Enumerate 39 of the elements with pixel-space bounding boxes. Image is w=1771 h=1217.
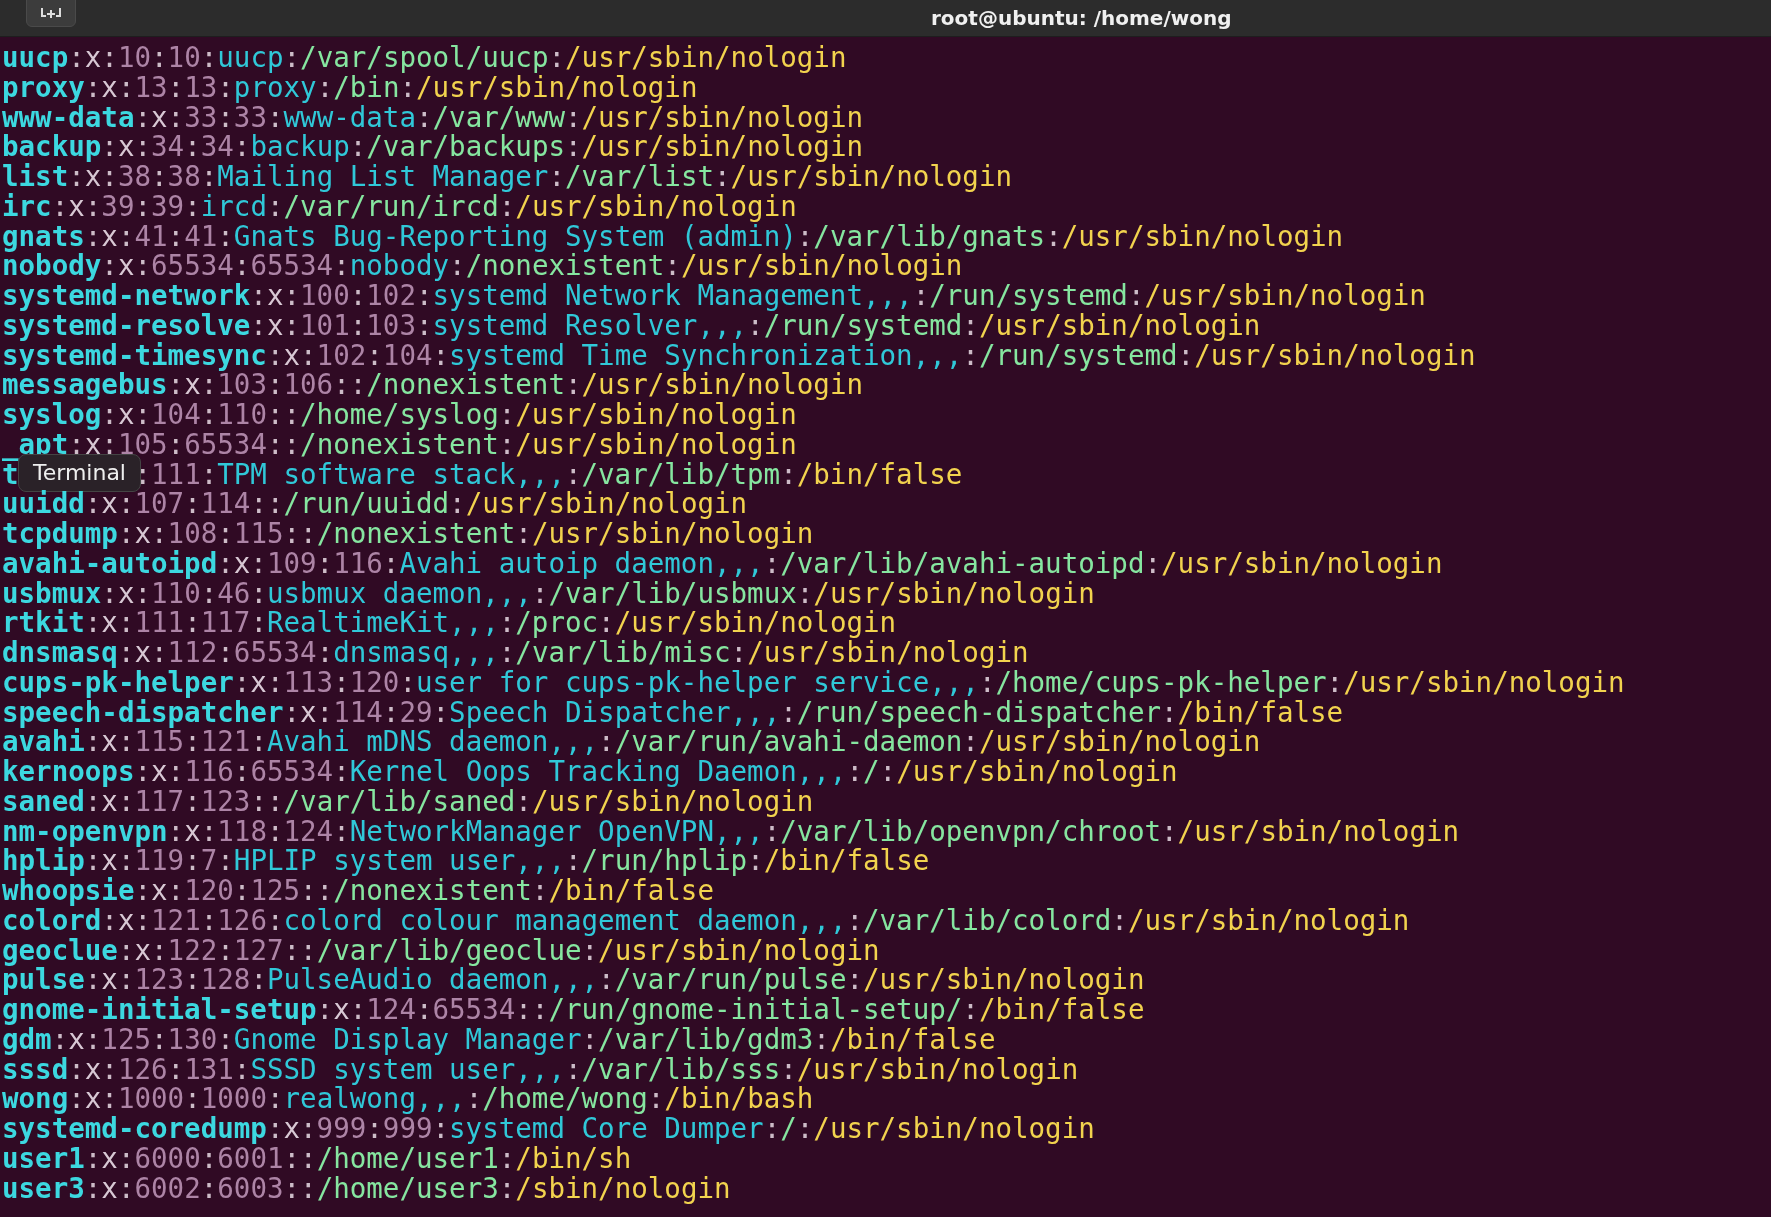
window-title: root@ubuntu: /home/wong	[931, 6, 1232, 30]
passwd-line: irc:x:39:39:ircd:/var/run/ircd:/usr/sbin/nologin	[2, 191, 797, 222]
passwd-line: usbmux:x:110:46:usbmux daemon,,,:/var/lib/usbmux:/usr/sbin/nologin	[2, 578, 1095, 609]
passwd-line: pulse:x:123:128:PulseAudio daemon,,,:/var/run/pulse:/usr/sbin/nologin	[2, 965, 1145, 995]
passwd-line: cups-pk-helper:x:113:120:user for cups-pk-helper service,,,:/home/cups-pk-helper:/usr/sbin/nologin	[2, 667, 1625, 698]
new-tab-button[interactable]	[26, 0, 76, 27]
passwd-line: speech-dispatcher:x:114:29:Speech Dispatcher,,,:/run/speech-dispatcher:/bin/false	[2, 697, 1344, 728]
passwd-line: www-data:x:33:33:www-data:/var/www:/usr/sbin/nologin	[2, 102, 863, 133]
passwd-line: list:x:38:38:Mailing List Manager:/var/list:/usr/sbin/nologin	[2, 162, 1013, 192]
passwd-line: colord:x:121:126:colord colour management daemon,,,:/var/lib/colord:/usr/sbin/nologin	[2, 905, 1410, 936]
passwd-line: systemd-resolve:x:101:103:systemd Resolver,,,:/run/systemd:/usr/sbin/nologin	[2, 310, 1261, 341]
passwd-line: dnsmasq:x:112:65534:dnsmasq,,,:/var/lib/misc:/usr/sbin/nologin	[2, 638, 1029, 668]
passwd-line: nm-openvpn:x:118:124:NetworkManager OpenVPN,,,:/var/lib/openvpn/chroot:/usr/sbin/nologin	[2, 816, 1460, 847]
passwd-line: saned:x:117:123::/var/lib/saned:/usr/sbin/nologin	[2, 786, 814, 817]
passwd-line: uucp:x:10:10:uucp:/var/spool/uucp:/usr/sbin/nologin	[2, 43, 847, 73]
passwd-line: geoclue:x:122:127::/var/lib/geoclue:/usr/sbin/nologin	[2, 935, 880, 966]
passwd-line: gdm:x:125:130:Gnome Display Manager:/var/lib/gdm3:/bin/false	[2, 1024, 996, 1055]
passwd-line: syslog:x:104:110::/home/syslog:/usr/sbin/nologin	[2, 400, 797, 430]
passwd-line: systemd-timesync:x:102:104:systemd Time Synchronization,,,:/run/systemd:/usr/sbin/nologin	[2, 340, 1476, 371]
split-icon	[40, 8, 62, 20]
passwd-line: tcpdump:x:108:115::/nonexistent:/usr/sbin/nologin	[2, 519, 814, 549]
passwd-line: nobody:x:65534:65534:nobody:/nonexistent:/usr/sbin/nologin	[2, 251, 963, 281]
passwd-line: user1:x:6000:6001::/home/user1:/bin/sh	[2, 1143, 632, 1174]
passwd-line: gnats:x:41:41:Gnats Bug-Reporting System (admin):/var/lib/gnats:/usr/sbin/nologin	[2, 221, 1344, 252]
passwd-line: gnome-initial-setup:x:124:65534::/run/gnome-initial-setup/:/bin/false	[2, 995, 1145, 1025]
passwd-line: systemd-network:x:100:102:systemd Network Management,,,:/run/systemd:/usr/sbin/nologin	[2, 281, 1426, 311]
passwd-line: whoopsie:x:120:125::/nonexistent:/bin/false	[2, 876, 714, 906]
passwd-line: avahi:x:115:121:Avahi mDNS daemon,,,:/var/run/avahi-daemon:/usr/sbin/nologin	[2, 727, 1261, 757]
passwd-line: proxy:x:13:13:proxy:/bin:/usr/sbin/nologin	[2, 72, 698, 103]
passwd-line: uuidd:x:107:114::/run/uuidd:/usr/sbin/nologin	[2, 489, 748, 519]
passwd-line: hplip:x:119:7:HPLIP system user,,,:/run/hplip:/bin/false	[2, 846, 930, 876]
passwd-line: user3:x:6002:6003::/home/user3:/sbin/nologin	[2, 1173, 731, 1204]
passwd-line: messagebus:x:103:106::/nonexistent:/usr/sbin/nologin	[2, 370, 863, 400]
passwd-line: sssd:x:126:131:SSSD system user,,,:/var/lib/sss:/usr/sbin/nologin	[2, 1054, 1079, 1085]
passwd-line: backup:x:34:34:backup:/var/backups:/usr/sbin/nologin	[2, 132, 864, 162]
passwd-line: wong:x:1000:1000:realwong,,,:/home/wong:/bin/bash	[2, 1084, 814, 1114]
passwd-line: systemd-coredump:x:999:999:systemd Core Dumper:/:/usr/sbin/nologin	[2, 1114, 1095, 1144]
passwd-line: kernoops:x:116:65534:Kernel Oops Tracking Daemon,,,:/:/usr/sbin/nologin	[2, 757, 1178, 787]
passwd-line: rtkit:x:111:117:RealtimeKit,,,:/proc:/usr/sbin/nologin	[2, 608, 897, 638]
